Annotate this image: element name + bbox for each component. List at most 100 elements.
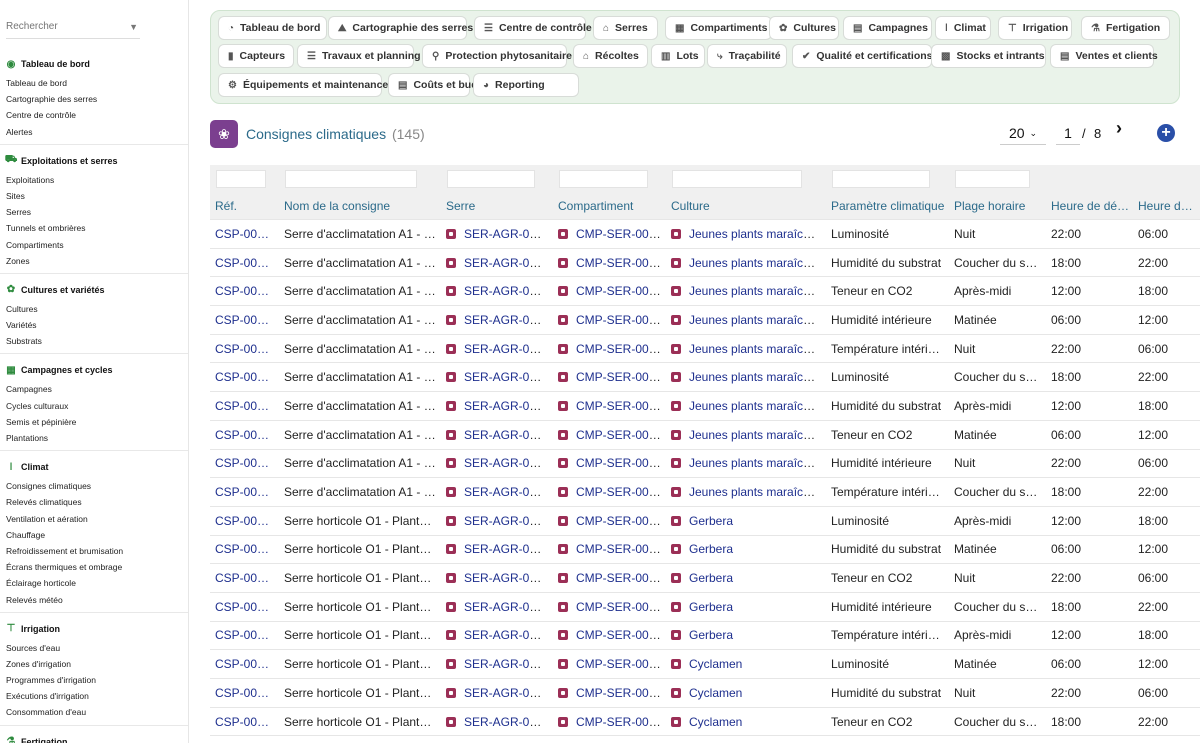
nav-button[interactable]: ▤ Coûts et budgets bbox=[388, 73, 499, 97]
record-link[interactable]: CMP-SER-0027 bbox=[576, 571, 662, 585]
sidebar-item[interactable]: Centre de contrôle bbox=[0, 107, 188, 123]
record-link[interactable]: SER-AGR-0010 bbox=[464, 485, 549, 499]
record-link[interactable]: Jeunes plants maraîchers bbox=[689, 256, 826, 270]
column-filter-input[interactable] bbox=[955, 170, 1030, 189]
table-cell[interactable]: CSP-00131 bbox=[210, 621, 279, 651]
record-link[interactable]: Jeunes plants maraîchers bbox=[689, 313, 826, 327]
nav-button[interactable]: ▦ Compartiments bbox=[665, 16, 772, 40]
record-link[interactable]: CMP-SER-0029 bbox=[576, 342, 662, 356]
table-cell[interactable]: CSP-00134 bbox=[210, 535, 279, 565]
table-cell[interactable]: SER-AGR-0009 bbox=[441, 506, 553, 536]
sidebar-item[interactable]: Compartiments bbox=[0, 237, 188, 253]
table-cell[interactable]: CSP-00132 bbox=[210, 592, 279, 622]
record-link[interactable]: SER-AGR-0010 bbox=[464, 428, 549, 442]
record-link[interactable]: CMP-SER-0029 bbox=[576, 227, 662, 241]
record-link[interactable]: SER-AGR-0009 bbox=[464, 571, 549, 585]
sidebar-item[interactable]: Écrans thermiques et ombrage bbox=[0, 559, 188, 575]
table-cell[interactable]: SER-AGR-0010 bbox=[441, 420, 553, 450]
nav-button[interactable]: ⚲ Protection phytosanitaire bbox=[422, 44, 572, 68]
record-link[interactable]: SER-AGR-0010 bbox=[464, 313, 549, 327]
nav-button[interactable]: ▮ Capteurs bbox=[218, 44, 294, 68]
table-row[interactable]: CSP-00144 Serre d'acclimatation A1 - C… SE… bbox=[210, 248, 1200, 278]
table-row[interactable]: CSP-00138 Serre d'acclimatation A1 - C… SE… bbox=[210, 420, 1200, 450]
table-cell[interactable]: CSP-00129 bbox=[210, 678, 279, 708]
column-header[interactable]: Culture bbox=[666, 192, 826, 220]
table-cell[interactable]: Jeunes plants maraîchers bbox=[666, 219, 826, 249]
table-row[interactable]: CSP-00129 Serre horticole O1 - Plantes… SE… bbox=[210, 678, 1200, 708]
table-cell[interactable]: CSP-00139 bbox=[210, 391, 279, 421]
sidebar-item[interactable]: Relevés météo bbox=[0, 592, 188, 608]
record-link-icon[interactable] bbox=[446, 343, 456, 354]
sidebar-section-header[interactable]: ǀ Climat bbox=[0, 456, 188, 478]
sidebar-item[interactable]: Zones bbox=[0, 253, 188, 269]
column-header[interactable]: Paramètre climatique bbox=[826, 192, 949, 220]
record-link[interactable]: Jeunes plants maraîchers bbox=[689, 284, 826, 298]
record-link[interactable]: CMP-SER-0029 bbox=[576, 256, 662, 270]
table-cell[interactable]: SER-AGR-0010 bbox=[441, 219, 553, 249]
table-cell[interactable]: CSP-00128 bbox=[210, 707, 279, 737]
table-cell[interactable]: Gerbera bbox=[666, 506, 826, 536]
record-link-icon[interactable] bbox=[558, 659, 568, 670]
table-cell[interactable]: CMP-SER-0029 bbox=[553, 248, 666, 278]
column-header[interactable]: Réf. bbox=[210, 192, 279, 220]
table-cell[interactable]: CSP-00140 bbox=[210, 362, 279, 393]
sidebar-item[interactable]: Programmes d'irrigation bbox=[0, 672, 188, 688]
table-cell[interactable]: CMP-SER-0028 bbox=[553, 449, 666, 479]
record-link[interactable]: CMP-SER-0026 bbox=[576, 686, 662, 700]
record-link-icon[interactable] bbox=[558, 630, 568, 641]
record-link[interactable]: SER-AGR-0009 bbox=[464, 628, 549, 642]
record-link-icon[interactable] bbox=[446, 544, 456, 555]
record-link[interactable]: Gerbera bbox=[689, 514, 733, 528]
column-header[interactable]: Compartiment bbox=[553, 192, 666, 220]
table-cell[interactable]: SER-AGR-0010 bbox=[441, 305, 553, 335]
sidebar-item[interactable]: Variétés bbox=[0, 317, 188, 333]
record-link-icon[interactable] bbox=[446, 630, 456, 641]
table-cell[interactable]: CSP-00135 bbox=[210, 506, 279, 536]
record-link-icon[interactable] bbox=[558, 716, 568, 727]
nav-button[interactable]: ☰ Travaux et planning bbox=[297, 44, 421, 68]
table-cell[interactable]: CMP-SER-0026 bbox=[553, 649, 666, 679]
sidebar-item[interactable]: Éclairage horticole bbox=[0, 575, 188, 591]
record-link[interactable]: CMP-SER-0028 bbox=[576, 485, 662, 499]
table-cell[interactable]: CMP-SER-0029 bbox=[553, 334, 666, 364]
record-link[interactable]: SER-AGR-0010 bbox=[464, 399, 549, 413]
record-link-icon[interactable] bbox=[558, 458, 568, 469]
table-cell[interactable]: Cyclamen bbox=[666, 649, 826, 679]
record-link[interactable]: CMP-SER-0026 bbox=[576, 657, 662, 671]
record-link-icon[interactable] bbox=[671, 573, 681, 584]
nav-button[interactable]: ⤷ Traçabilité bbox=[707, 44, 787, 68]
column-filter-input[interactable] bbox=[672, 170, 803, 189]
record-link[interactable]: CMP-SER-0028 bbox=[576, 370, 662, 384]
sidebar-item[interactable]: Tunnels et ombrières bbox=[0, 220, 188, 236]
table-cell[interactable]: Jeunes plants maraîchers bbox=[666, 362, 826, 393]
record-link-icon[interactable] bbox=[446, 257, 456, 268]
record-link[interactable]: SER-AGR-0009 bbox=[464, 542, 549, 556]
search-box[interactable]: ▼ bbox=[6, 16, 140, 39]
record-link-icon[interactable] bbox=[671, 343, 681, 354]
table-cell[interactable]: SER-AGR-0010 bbox=[441, 391, 553, 421]
nav-button[interactable]: ⚙ Équipements et maintenance bbox=[218, 73, 388, 97]
record-link[interactable]: CMP-SER-0028 bbox=[576, 428, 662, 442]
table-cell[interactable]: CSP-00142 bbox=[210, 305, 279, 335]
table-row[interactable]: CSP-00134 Serre horticole O1 - Plantes… SE… bbox=[210, 535, 1200, 565]
record-link[interactable]: CMP-SER-0029 bbox=[576, 313, 662, 327]
column-header[interactable]: Heure d… bbox=[1133, 192, 1200, 220]
nav-button[interactable]: ◕ Reporting bbox=[473, 73, 579, 97]
nav-button[interactable]: ⌂ Récoltes bbox=[573, 44, 648, 68]
table-row[interactable]: CSP-00135 Serre horticole O1 - Plantes… SE… bbox=[210, 506, 1200, 536]
nav-button[interactable]: ☰ Centre de contrôle bbox=[474, 16, 592, 40]
table-row[interactable]: CSP-00143 Serre d'acclimatation A1 - C… SE… bbox=[210, 276, 1200, 307]
page-number-input[interactable]: 1 bbox=[1056, 122, 1080, 145]
table-cell[interactable]: SER-AGR-0009 bbox=[441, 535, 553, 565]
record-link-icon[interactable] bbox=[558, 544, 568, 555]
record-link[interactable]: SER-AGR-0009 bbox=[464, 600, 549, 614]
table-cell[interactable]: CSP-00144 bbox=[210, 248, 279, 278]
record-link-icon[interactable] bbox=[671, 372, 681, 383]
record-link-icon[interactable] bbox=[558, 228, 568, 239]
record-link-icon[interactable] bbox=[446, 314, 456, 325]
table-cell[interactable]: CSP-00127 bbox=[210, 735, 279, 743]
sidebar-item[interactable]: Zones d'irrigation bbox=[0, 656, 188, 672]
record-link[interactable]: Gerbera bbox=[689, 600, 733, 614]
table-cell[interactable]: CSP-00138 bbox=[210, 420, 279, 450]
sidebar-item[interactable]: Consommation d'eau bbox=[0, 704, 188, 720]
